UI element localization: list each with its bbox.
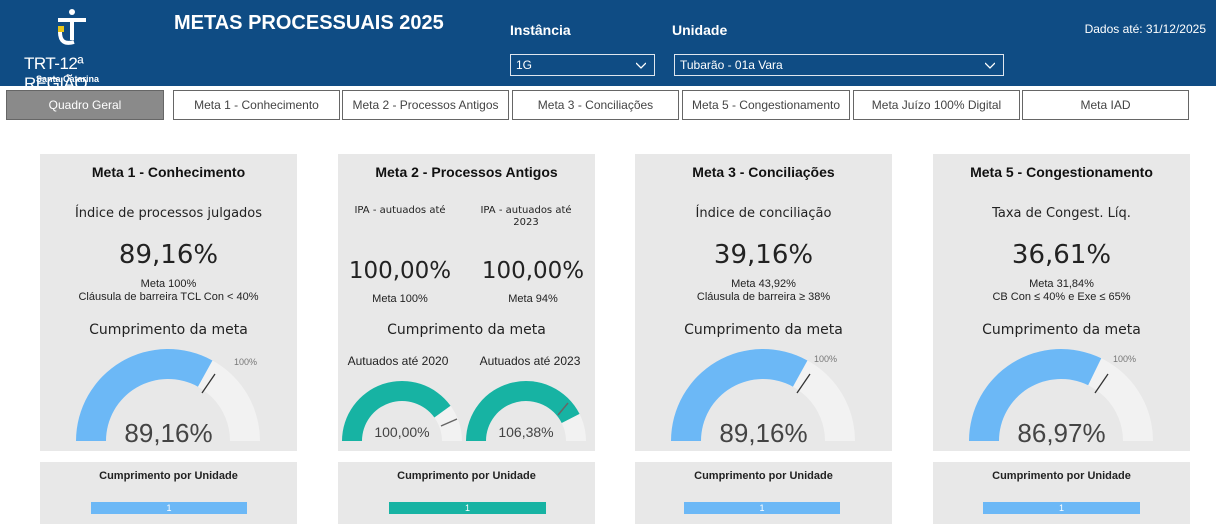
gauge-max-label: 100% (234, 357, 258, 367)
tab-meta-1[interactable]: Meta 1 - Conhecimento (173, 90, 340, 120)
instancia-label: Instância (510, 22, 571, 38)
card-value: 39,16% (713, 240, 814, 270)
meta-line-1: Meta 100% (140, 278, 197, 290)
instancia-value: 1G (516, 58, 533, 72)
trt-logo: TRT-12ª REGIÃO Santa Catarina (20, 6, 135, 93)
ipa-right-meta: Meta 94% (508, 293, 558, 305)
meta-line-2: Cláusula de barreira ≥ 38% (696, 291, 831, 303)
unit-bar[interactable]: 1 (983, 502, 1140, 514)
unit-card-meta-5: Cumprimento por Unidade 1 (933, 462, 1190, 524)
card-title: Meta 2 - Processos Antigos (375, 164, 558, 180)
logo-subtext: Santa Catarina (36, 74, 100, 84)
gauge-max-label: 100% (1113, 354, 1137, 364)
cumprimento-label: Cumprimento da meta (89, 322, 248, 338)
tab-meta-juizo-digital[interactable]: Meta Juízo 100% Digital (853, 90, 1020, 120)
tab-meta-3[interactable]: Meta 3 - Conciliações (512, 90, 679, 120)
card-meta-3: Meta 3 - Conciliações Índice de concilia… (635, 154, 892, 451)
tab-meta-5[interactable]: Meta 5 - Congestionamento (682, 90, 850, 120)
cumprimento-label: Cumprimento da meta (387, 322, 546, 338)
tab-meta-2[interactable]: Meta 2 - Processos Antigos (342, 90, 509, 120)
unidade-value: Tubarão - 01a Vara (680, 58, 783, 72)
ipa-left-value: 100,00% (348, 258, 452, 284)
unit-card-title: Cumprimento por Unidade (992, 470, 1131, 482)
unit-bar[interactable]: 1 (684, 502, 840, 514)
unit-card-title: Cumprimento por Unidade (99, 470, 238, 482)
card-value: 36,61% (1011, 240, 1112, 270)
unit-card-meta-1: Cumprimento por Unidade 1 (40, 462, 297, 524)
meta-line-1: Meta 43,92% (731, 278, 796, 290)
unit-card-title: Cumprimento por Unidade (397, 470, 536, 482)
cumprimento-label: Cumprimento da meta (684, 322, 843, 338)
unit-bar[interactable]: 1 (91, 502, 247, 514)
tab-quadro-geral[interactable]: Quadro Geral (6, 90, 164, 120)
tab-meta-iad[interactable]: Meta IAD (1022, 90, 1189, 120)
gauge-value: 86,97% (1017, 418, 1106, 448)
meta-line-2: CB Con ≤ 40% e Exe ≤ 65% (992, 291, 1131, 303)
right-gauge-value: 106,38% (498, 424, 554, 440)
cumprimento-label: Cumprimento da meta (982, 322, 1141, 338)
card-meta-text: Meta 31,84% CB Con ≤ 40% e Exe ≤ 65% (933, 278, 1190, 304)
unidade-select[interactable]: Tubarão - 01a Vara (674, 54, 1004, 76)
ipa-right-value: 100,00% (481, 258, 585, 284)
unit-card-meta-2: Cumprimento por Unidade 1 (338, 462, 595, 524)
card-meta-text: Meta 100% Cláusula de barreira TCL Con <… (40, 278, 297, 304)
unit-card-title: Cumprimento por Unidade (694, 470, 833, 482)
instancia-select[interactable]: 1G (510, 54, 655, 76)
card-meta-2: Meta 2 - Processos Antigos IPA - autuado… (338, 154, 595, 451)
card-subtitle: Índice de conciliação (695, 206, 832, 221)
ipa-left-meta: Meta 100% (372, 293, 428, 305)
unit-bar[interactable]: 1 (389, 502, 546, 514)
meta-line-1: Meta 31,84% (1029, 278, 1094, 290)
chevron-down-icon (636, 62, 646, 69)
data-update-date: Dados até: 31/12/2025 (1084, 22, 1206, 36)
gauge-value: 89,16% (719, 418, 808, 448)
card-title: Meta 1 - Conhecimento (91, 164, 246, 180)
left-gauge-value: 100,00% (374, 424, 430, 440)
card-subtitle: Taxa de Congest. Líq. (992, 206, 1131, 221)
ipa-left-head: IPA - autuados até (354, 205, 446, 216)
gauge-value: 89,16% (124, 418, 213, 448)
unit-card-meta-3: Cumprimento por Unidade 1 (635, 462, 892, 524)
unidade-label: Unidade (672, 22, 728, 38)
card-subtitle: Índice de processos julgados (74, 206, 263, 221)
card-title: Meta 5 - Congestionamento (970, 164, 1153, 180)
header-bar: TRT-12ª REGIÃO Santa Catarina METAS PROC… (0, 0, 1216, 93)
ipa-right-head: IPA - autuados até 2023 (480, 205, 572, 228)
card-title: Meta 3 - Conciliações (692, 164, 835, 180)
card-value: 89,16% (118, 240, 219, 270)
card-meta-text: Meta 43,92% Cláusula de barreira ≥ 38% (635, 278, 892, 304)
logo-icon (58, 9, 86, 45)
chevron-down-icon (985, 62, 995, 69)
gauge-max-label: 100% (814, 354, 838, 364)
card-meta-5: Meta 5 - Congestionamento Taxa de Conges… (933, 154, 1190, 451)
page-title: METAS PROCESSUAIS 2025 (174, 12, 444, 34)
card-meta-1: Meta 1 - Conhecimento Índice de processo… (40, 154, 297, 451)
meta-line-2: Cláusula de barreira TCL Con < 40% (78, 291, 259, 303)
